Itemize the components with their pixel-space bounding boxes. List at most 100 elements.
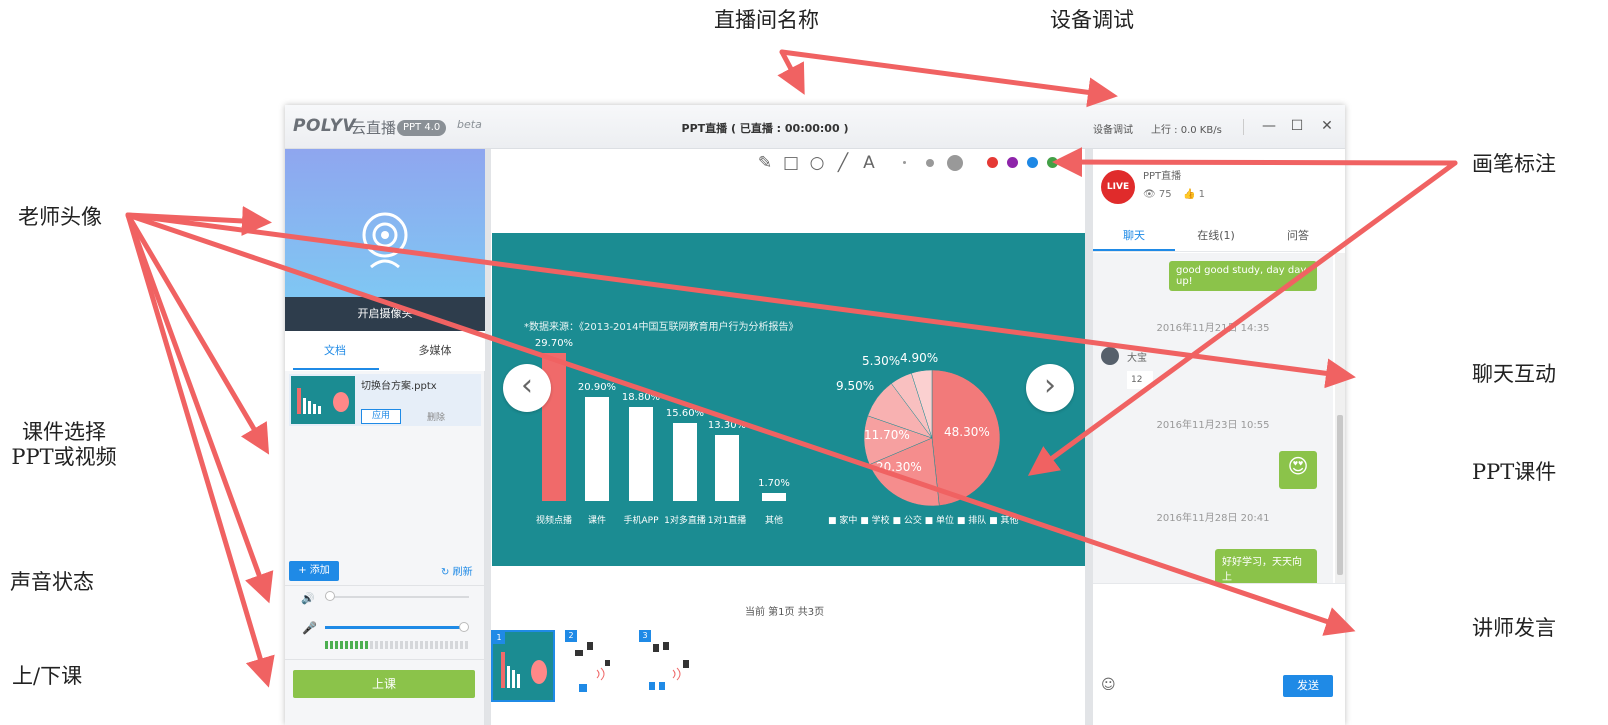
refresh-icon: ↻ [441,567,450,578]
tab-qa[interactable]: 问答 [1257,221,1339,251]
document-thumbnail [291,376,355,424]
add-button[interactable]: + 添加 [289,561,339,581]
bar [585,396,609,501]
pen-toolbar: ✎ □ ○ ╱ A [755,151,1085,175]
slide-thumbnail-3[interactable]: 3 [639,630,703,702]
pie-label: 5.30% [862,354,901,368]
line-icon[interactable]: ╱ [833,153,853,173]
annotation-device-test: 设备调试 [1050,8,1134,32]
meter-segment [365,641,368,649]
send-button[interactable]: 发送 [1283,675,1333,697]
webcam-icon [362,212,408,269]
meter-segment [430,641,433,649]
title-bar: POLYV 云直播 PPT 4.0 beta PPT直播 ( 已直播 : 00:… [285,105,1345,149]
arrow-device-test [779,49,1118,108]
device-test-button[interactable]: 设备调试 [1093,121,1133,136]
meter-segment [335,641,338,649]
chat-timestamp: 2016年11月28日 20:41 [1156,513,1270,524]
circle-icon[interactable]: ○ [807,153,827,173]
mic-level-meter [325,641,469,649]
meter-segment [345,641,348,649]
chat-scrollbar-thumb[interactable] [1337,415,1343,575]
refresh-button[interactable]: ↻ 刷新 [441,563,473,578]
size-large-dot[interactable] [947,155,963,171]
speaker-slider-track[interactable] [325,596,469,598]
chat-input-area[interactable] [1093,583,1345,725]
view-count-value: 75 [1158,189,1172,200]
meter-segment [340,641,343,649]
meter-segment [465,641,468,649]
apply-button[interactable]: 应用 [361,409,401,424]
speaker-icon: 🔊 [301,592,315,605]
color-blue[interactable] [1027,157,1038,168]
chat-message: good good study, day day up! [1169,261,1317,291]
meter-segment [400,641,403,649]
tab-online[interactable]: 在线(1) [1175,221,1257,251]
color-green[interactable] [1047,157,1058,168]
bar-category-label: 其他 [764,516,783,526]
prev-slide-button[interactable]: ‹ [503,364,551,412]
size-small-dot[interactable] [903,161,906,164]
pie-label: 11.70% [864,428,910,442]
pie-label: 20.30% [876,460,922,474]
start-class-button[interactable]: 上课 [293,670,475,698]
arrow-teacher-avatar [125,205,272,236]
color-purple[interactable] [1007,157,1018,168]
speaker-slider-knob[interactable] [325,591,335,601]
like-count[interactable]: 👍 1 [1183,189,1205,200]
mic-slider-track[interactable] [325,626,463,629]
meter-segment [380,641,383,649]
like-count-value: 1 [1198,189,1206,200]
color-orange[interactable] [1067,157,1078,168]
right-panel: LIVE PPT直播 👁 75 👍 1 聊天 在线(1) 问答 good goo… [1085,149,1345,725]
live-badge-icon: LIVE [1101,170,1135,204]
bar-value-label: 1.70% [758,477,790,489]
arrow-sound [125,212,274,604]
logo-cn: 云直播 [351,119,397,137]
meter-segment [445,641,448,649]
delete-button[interactable]: 删除 [427,410,445,423]
logo: POLYV [293,116,357,136]
minimize-icon[interactable]: — [1259,116,1279,136]
mic-slider-knob[interactable] [459,622,469,632]
meter-segment [440,641,443,649]
rectangle-icon[interactable]: □ [781,153,801,173]
bar [629,407,653,501]
room-name: PPT直播 [1143,171,1182,182]
bar [715,434,739,501]
meter-segment [405,641,408,649]
annotation-courseware-select: 课件选择 PPT或视频 [11,420,117,469]
text-icon[interactable]: A [859,153,879,173]
open-camera-button[interactable]: 开启摄像头 [285,297,485,331]
slide-thumbnail-1[interactable]: 1 [491,630,555,702]
slide-thumbnail-2[interactable]: 2 [565,630,629,702]
tab-media[interactable]: 多媒体 [385,331,485,371]
eye-icon: 👁 [1143,189,1156,200]
window-title: PPT直播 ( 已直播 : 00:00:00 ) [681,122,849,135]
color-red[interactable] [987,157,998,168]
maximize-icon[interactable]: ☐ [1287,116,1307,136]
annotation-class-toggle: 上/下课 [12,664,83,688]
pencil-icon[interactable]: ✎ [755,153,775,173]
document-item[interactable]: 切换台方案.pptx 应用 删除 [289,374,481,426]
ppt-slide: *数据来源：《2013-2014中国互联网教育用户行为分析报告》 29.70% 视… [492,233,1085,566]
emoji-icon[interactable]: ☺ [1101,677,1116,693]
tab-documents[interactable]: 文档 [285,331,385,371]
meter-segment [455,641,458,649]
meter-segment [375,641,378,649]
titlebar-divider [1243,119,1244,135]
close-icon[interactable]: ✕ [1317,116,1337,136]
bar [762,492,786,501]
bar-value-label: 15.60% [665,408,705,419]
tab-chat[interactable]: 聊天 [1093,221,1175,251]
teacher-camera-area [285,149,485,297]
chat-timestamp: 2016年11月21日 14:35 [1156,323,1270,334]
upload-speed: 上行 : 0.0 KB/s [1151,125,1222,136]
next-slide-button[interactable]: › [1026,364,1074,412]
meter-segment [390,641,393,649]
size-medium-dot[interactable] [926,159,934,167]
meter-segment [435,641,438,649]
divider [1093,251,1333,252]
annotation-teacher-speech: 讲师发言 [1472,616,1556,640]
refresh-label: 刷新 [452,567,473,578]
